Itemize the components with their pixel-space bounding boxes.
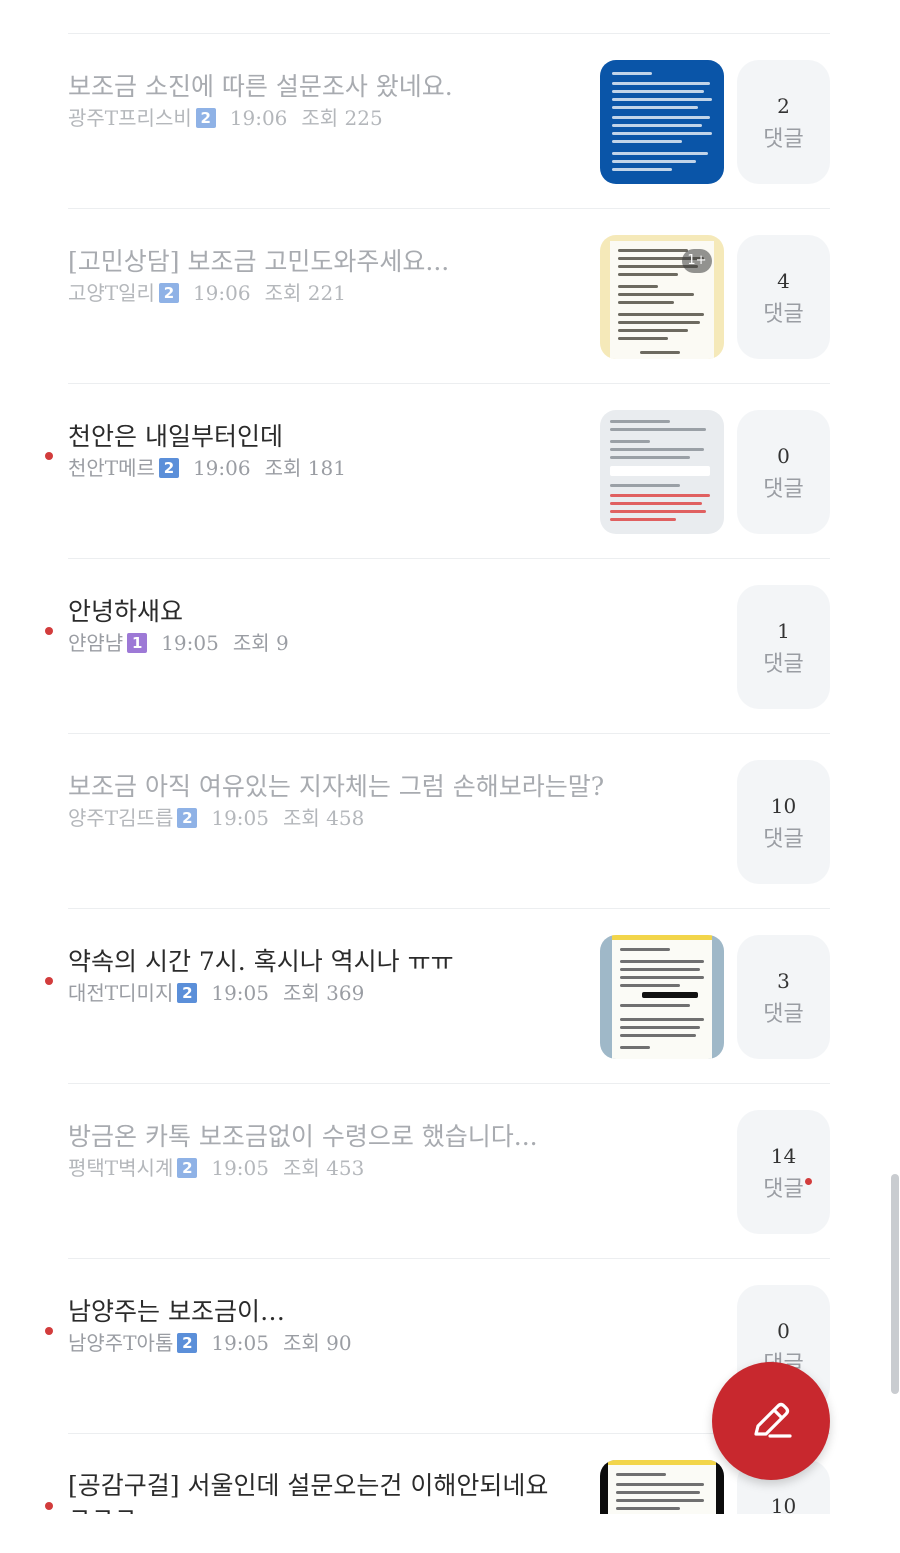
unread-dot bbox=[45, 627, 53, 635]
comment-label: 댓글 bbox=[763, 1177, 804, 1202]
list-item[interactable]: 약속의 시간 7시. 혹시나 역시나 ㅠㅠ 대전T디미지 2 19:05 조회 … bbox=[45, 909, 830, 1084]
author-name[interactable]: 고양T일리 bbox=[68, 279, 155, 307]
scrollbar-thumb[interactable] bbox=[891, 1174, 899, 1394]
comment-count: 4 bbox=[777, 269, 790, 293]
unread-dot bbox=[45, 977, 53, 985]
comment-count-button[interactable]: 4 댓글 bbox=[737, 235, 830, 359]
post-time: 19:06 bbox=[192, 456, 251, 480]
post-thumbnail[interactable] bbox=[600, 60, 724, 184]
comment-label: 댓글 bbox=[763, 477, 804, 502]
comment-count: 3 bbox=[777, 969, 790, 993]
post-meta: 천안T메르 2 19:06 조회 181 bbox=[68, 454, 346, 482]
post-time: 19:06 bbox=[229, 106, 288, 130]
post-title[interactable]: 안녕하새요 bbox=[68, 595, 578, 629]
post-title[interactable]: 천안은 내일부터인데 bbox=[68, 420, 578, 454]
post-title[interactable]: 약속의 시간 7시. 혹시나 역시나 ㅠㅠ bbox=[68, 945, 578, 979]
view-count: 조회 453 bbox=[282, 1156, 365, 1180]
post-title[interactable]: 남양주는 보조금이… bbox=[68, 1295, 578, 1329]
post-meta: 평택T벽시계 2 19:05 조회 453 bbox=[68, 1154, 364, 1182]
list-item[interactable]: 안녕하새요 얀얌냠 1 19:05 조회 9 1 댓글 bbox=[45, 559, 830, 734]
post-time: 19:05 bbox=[161, 631, 219, 655]
list-item[interactable]: 보조금 아직 여유있는 지자체는 그럼 손해보라는말? 양주T김뜨릅 2 19:… bbox=[68, 734, 830, 909]
comment-count-button[interactable]: 10 댓글 bbox=[737, 760, 830, 884]
comment-count: 14 bbox=[770, 1144, 797, 1168]
level-badge: 2 bbox=[177, 808, 198, 828]
post-meta: 대전T디미지 2 19:05 조회 369 bbox=[68, 979, 364, 1007]
post-thumbnail[interactable]: 1+ bbox=[600, 235, 724, 359]
comment-count: 0 bbox=[777, 1319, 790, 1343]
comment-count: 10 bbox=[770, 794, 797, 818]
level-badge: 2 bbox=[195, 108, 216, 128]
view-count: 조회 181 bbox=[264, 456, 346, 480]
comment-count-button[interactable]: 3 댓글 bbox=[737, 935, 830, 1059]
level-badge: 2 bbox=[158, 283, 179, 303]
view-count: 조회 90 bbox=[282, 1331, 352, 1355]
post-list-page: 보조금 소진에 따른 설문조사 왔네요. 광주T프리스비 2 19:06 조회 … bbox=[0, 0, 900, 1553]
level-badge: 2 bbox=[177, 1333, 198, 1353]
post-meta: 얀얌냠 1 19:05 조회 9 bbox=[68, 629, 289, 657]
post-time: 19:06 bbox=[192, 281, 251, 305]
comment-count-button[interactable]: 1 댓글 bbox=[737, 585, 830, 709]
level-badge: 2 bbox=[158, 458, 179, 478]
write-post-button[interactable] bbox=[712, 1362, 830, 1480]
list-item[interactable]: [공감구걸] 서울인데 설문오는건 이해안되네요 ㅋㅋㅋ 10 bbox=[45, 1434, 830, 1514]
comment-count: 0 bbox=[777, 444, 790, 468]
list-item[interactable]: [고민상담] 보조금 고민도와주세요... 고양T일리 2 19:06 조회 2… bbox=[68, 209, 830, 384]
comment-count-button[interactable]: 14 댓글 bbox=[737, 1110, 830, 1234]
more-images-badge: 1+ bbox=[682, 249, 712, 273]
post-meta: 고양T일리 2 19:06 조회 221 bbox=[68, 279, 346, 307]
post-meta: 양주T김뜨릅 2 19:05 조회 458 bbox=[68, 804, 364, 832]
author-name[interactable]: 대전T디미지 bbox=[68, 979, 173, 1007]
post-time: 19:05 bbox=[211, 1156, 269, 1180]
view-count: 조회 9 bbox=[232, 631, 289, 655]
post-list: 보조금 소진에 따른 설문조사 왔네요. 광주T프리스비 2 19:06 조회 … bbox=[0, 34, 900, 1514]
post-time: 19:05 bbox=[211, 981, 269, 1005]
post-title[interactable]: [공감구걸] 서울인데 설문오는건 이해안되네요 ㅋㅋㅋ bbox=[68, 1470, 578, 1514]
author-name[interactable]: 평택T벽시계 bbox=[68, 1154, 173, 1182]
author-name[interactable]: 남양주T아톰 bbox=[68, 1329, 173, 1357]
unread-dot bbox=[45, 1327, 53, 1335]
comment-label: 댓글 bbox=[763, 302, 804, 327]
post-meta: 광주T프리스비 2 19:06 조회 225 bbox=[68, 104, 383, 132]
comment-count-button[interactable]: 0 댓글 bbox=[737, 410, 830, 534]
comment-count-button[interactable]: 2 댓글 bbox=[737, 60, 830, 184]
author-name[interactable]: 얀얌냠 bbox=[68, 629, 123, 657]
post-time: 19:05 bbox=[211, 1331, 269, 1355]
post-title[interactable]: 방금온 카톡 보조금없이 수령으로 했습니다... bbox=[68, 1120, 578, 1154]
level-badge: 2 bbox=[177, 1158, 198, 1178]
list-item[interactable]: 천안은 내일부터인데 천안T메르 2 19:06 조회 181 0 댓글 bbox=[45, 384, 830, 559]
post-thumbnail[interactable] bbox=[600, 1460, 724, 1514]
view-count: 조회 225 bbox=[301, 106, 383, 130]
author-name[interactable]: 양주T김뜨릅 bbox=[68, 804, 173, 832]
new-comment-dot bbox=[805, 1178, 812, 1185]
post-meta: 남양주T아톰 2 19:05 조회 90 bbox=[68, 1329, 352, 1357]
post-thumbnail[interactable] bbox=[600, 410, 724, 534]
comment-label: 댓글 bbox=[763, 827, 804, 852]
list-item[interactable]: 보조금 소진에 따른 설문조사 왔네요. 광주T프리스비 2 19:06 조회 … bbox=[68, 34, 830, 209]
comment-count: 1 bbox=[777, 619, 790, 643]
author-name[interactable]: 천안T메르 bbox=[68, 454, 155, 482]
post-title[interactable]: 보조금 소진에 따른 설문조사 왔네요. bbox=[68, 70, 578, 104]
comment-label: 댓글 bbox=[763, 652, 804, 677]
unread-dot bbox=[45, 452, 53, 460]
unread-dot bbox=[45, 1502, 53, 1510]
level-badge: 1 bbox=[127, 633, 148, 653]
comment-count: 2 bbox=[777, 94, 790, 118]
comment-count: 10 bbox=[770, 1494, 797, 1514]
level-badge: 2 bbox=[177, 983, 198, 1003]
post-thumbnail[interactable] bbox=[600, 935, 724, 1059]
author-name[interactable]: 광주T프리스비 bbox=[68, 104, 192, 132]
comment-label: 댓글 bbox=[763, 127, 804, 152]
post-title[interactable]: [고민상담] 보조금 고민도와주세요... bbox=[68, 245, 578, 279]
post-title[interactable]: 보조금 아직 여유있는 지자체는 그럼 손해보라는말? bbox=[68, 770, 668, 804]
view-count: 조회 221 bbox=[264, 281, 346, 305]
pencil-icon bbox=[754, 1402, 792, 1438]
view-count: 조회 458 bbox=[282, 806, 365, 830]
comment-label: 댓글 bbox=[763, 1002, 804, 1027]
list-item[interactable]: 방금온 카톡 보조금없이 수령으로 했습니다... 평택T벽시계 2 19:05… bbox=[68, 1084, 830, 1259]
post-time: 19:05 bbox=[211, 806, 269, 830]
view-count: 조회 369 bbox=[282, 981, 365, 1005]
